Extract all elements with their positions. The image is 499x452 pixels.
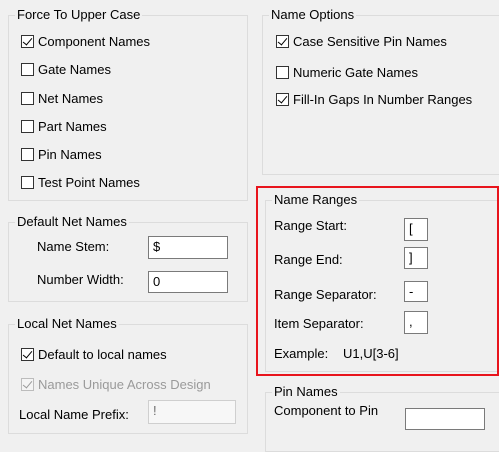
case-sensitive-pin-names-checkbox[interactable]: Case Sensitive Pin Names: [276, 32, 447, 50]
test-point-names-checkbox[interactable]: Test Point Names: [21, 173, 140, 191]
pin-names-check-icon: [21, 147, 34, 161]
default-net-names-title: Default Net Names: [15, 214, 129, 230]
net-names-check-icon: [21, 91, 34, 105]
test-point-names-check-icon: [21, 175, 34, 189]
case-sensitive-check-icon: [276, 34, 289, 48]
pin-names-label: Pin Names: [38, 146, 102, 162]
name-ranges-highlight: [256, 186, 499, 376]
net-names-label: Net Names: [38, 90, 104, 106]
default-local-check-icon: [21, 347, 34, 361]
numeric-gate-names-checkbox[interactable]: Numeric Gate Names: [276, 63, 418, 81]
numeric-gate-label: Numeric Gate Names: [293, 64, 418, 80]
names-unique-checkbox: Names Unique Across Design: [21, 375, 211, 393]
number-width-label: Number Width:: [37, 272, 124, 287]
local-net-names-title: Local Net Names: [15, 316, 119, 332]
component-names-checkbox[interactable]: Component Names: [21, 32, 150, 50]
case-sensitive-label: Case Sensitive Pin Names: [293, 33, 447, 49]
name-stem-label: Name Stem:: [37, 239, 110, 254]
fill-in-gaps-label: Fill-In Gaps In Number Ranges: [293, 91, 473, 107]
component-names-check-icon: [21, 34, 34, 48]
part-names-check-icon: [21, 119, 34, 133]
pin-names-title: Pin Names: [272, 384, 340, 400]
gate-names-label: Gate Names: [38, 61, 111, 77]
number-width-input[interactable]: 0: [148, 271, 228, 293]
component-to-pin-input[interactable]: [405, 408, 485, 430]
force-upper-case-title: Force To Upper Case: [15, 7, 143, 23]
test-point-names-label: Test Point Names: [38, 174, 140, 190]
name-stem-input[interactable]: $: [148, 236, 228, 259]
local-name-prefix-input: !: [148, 400, 236, 424]
part-names-checkbox[interactable]: Part Names: [21, 117, 107, 135]
gate-names-check-icon: [21, 62, 34, 76]
part-names-label: Part Names: [38, 118, 107, 134]
net-names-checkbox[interactable]: Net Names: [21, 89, 103, 107]
pin-names-checkbox[interactable]: Pin Names: [21, 145, 102, 163]
component-to-pin-label: Component to Pin: [274, 403, 379, 418]
default-to-local-names-checkbox[interactable]: Default to local names: [21, 345, 167, 363]
fill-in-gaps-checkbox[interactable]: Fill-In Gaps In Number Ranges: [276, 90, 472, 108]
component-names-label: Component Names: [38, 33, 150, 49]
fill-in-gaps-check-icon: [276, 92, 289, 106]
gate-names-checkbox[interactable]: Gate Names: [21, 60, 111, 78]
default-local-label: Default to local names: [38, 346, 167, 362]
names-unique-label: Names Unique Across Design: [38, 376, 211, 392]
numeric-gate-check-icon: [276, 65, 289, 79]
name-options-title: Name Options: [269, 7, 357, 23]
names-unique-check-icon: [21, 377, 34, 391]
